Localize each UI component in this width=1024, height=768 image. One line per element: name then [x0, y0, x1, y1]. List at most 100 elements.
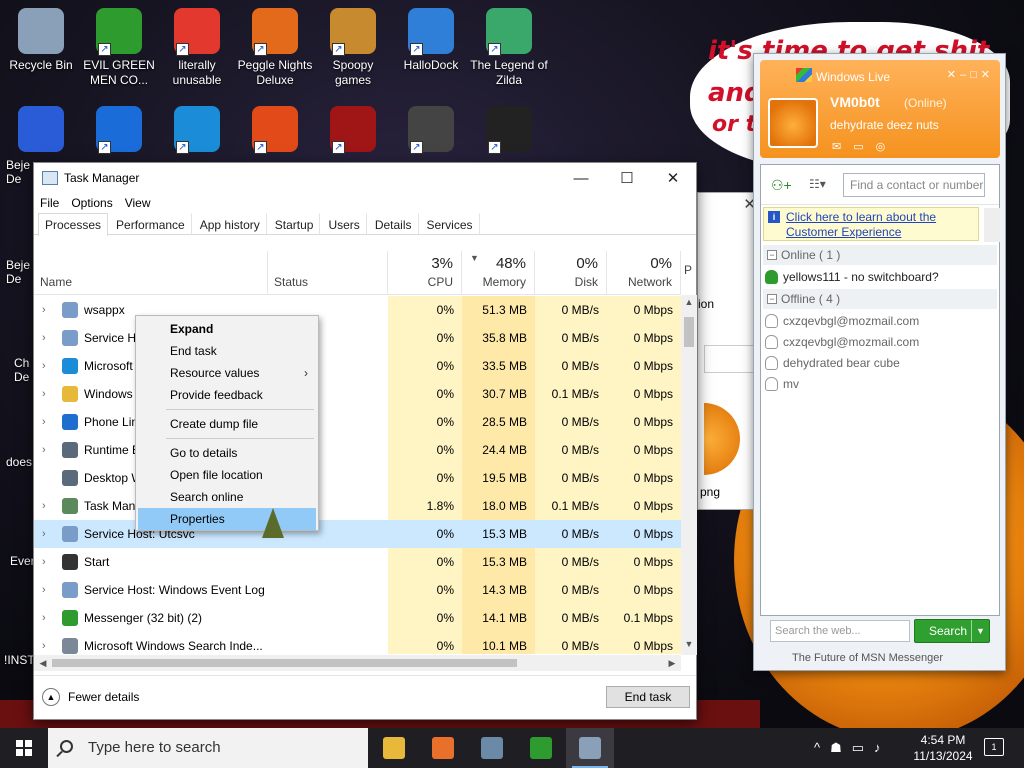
table-row[interactable]: › wsappx 0% 51.3 MB 0 MB/s 0 Mbps — [34, 296, 681, 324]
list-options-icon[interactable]: ☷▾ — [809, 177, 826, 191]
find-contact-input[interactable]: Find a contact or number — [843, 173, 985, 197]
menu-file[interactable]: File — [40, 196, 59, 210]
contact-item[interactable]: yellows111 - no switchboard? — [765, 267, 939, 287]
desktop-icon[interactable]: ↗ Peggle Nights Deluxe — [236, 8, 314, 88]
expand-chevron-icon[interactable]: › — [42, 408, 46, 436]
desktop-side-label[interactable]: Beje De — [6, 158, 34, 186]
scrollbar-thumb[interactable] — [684, 317, 694, 347]
desktop-icon[interactable]: ↗ HalloDock — [392, 8, 470, 73]
table-row[interactable]: › Service Ho 0% 35.8 MB 0 MB/s 0 Mbps — [34, 324, 681, 352]
end-task-button[interactable]: End task — [606, 686, 690, 708]
task-manager-window[interactable]: Task Manager — ☐ ✕ File Options View Pro… — [33, 162, 697, 720]
contact-item[interactable]: cxzqevbgl@mozmail.com — [765, 332, 919, 352]
desktop-icon[interactable]: ↗ — [470, 106, 548, 156]
tab-users[interactable]: Users — [321, 213, 367, 234]
window-controls[interactable]: ✕–□✕ — [947, 68, 994, 81]
clock[interactable]: 4:54 PM 11/13/2024 — [912, 732, 974, 764]
desktop-icon[interactable]: ↗ literally unusable — [158, 8, 236, 88]
scroll-right-icon[interactable]: ▶ — [665, 655, 679, 671]
tab-performance[interactable]: Performance — [109, 213, 192, 234]
scroll-left-icon[interactable]: ◀ — [36, 655, 50, 671]
column-cpu[interactable]: 3% CPU — [388, 251, 462, 295]
taskbar-app-control-panel[interactable] — [468, 728, 516, 768]
column-network[interactable]: 0% Network — [607, 251, 681, 295]
desktop-icon[interactable]: Recycle Bin — [2, 8, 80, 73]
group-offline[interactable]: − Offline ( 4 ) — [763, 289, 997, 309]
table-row[interactable]: › Service Host: Utcsvc 0% 15.3 MB 0 MB/s 0 Mb… — [34, 520, 681, 548]
desktop-icon[interactable]: ↗ — [314, 106, 392, 156]
desktop-icon[interactable]: ↗ — [392, 106, 470, 156]
desktop-icon[interactable]: ↗ The Legend of Zilda — [470, 8, 548, 88]
expand-chevron-icon[interactable]: › — [42, 324, 46, 352]
tab-details[interactable]: Details — [368, 213, 419, 234]
scrollbar-thumb[interactable] — [52, 659, 517, 667]
search-button[interactable]: Search ▼ — [914, 619, 990, 643]
info-scrollbar[interactable] — [984, 208, 1000, 242]
expand-chevron-icon[interactable]: › — [42, 380, 46, 408]
menu-item-properties[interactable]: Properties — [138, 508, 316, 530]
desktop-icon[interactable] — [2, 106, 80, 156]
contact-item[interactable]: mv — [765, 374, 799, 394]
desktop-side-label[interactable]: does — [6, 455, 32, 469]
group-online[interactable]: − Online ( 1 ) — [763, 245, 997, 265]
pumpkin-thumbnail[interactable] — [704, 403, 740, 475]
horizontal-scrollbar[interactable]: ◀ ▶ — [34, 655, 681, 671]
contact-item[interactable]: dehydrated bear cube — [765, 353, 900, 373]
desktop-icon[interactable]: ↗ — [158, 106, 236, 156]
column-disk[interactable]: 0% Disk — [535, 251, 607, 295]
taskbar-app-firefox[interactable] — [419, 728, 467, 768]
title-bar[interactable]: Task Manager — ☐ ✕ — [34, 163, 696, 193]
table-row[interactable]: › Windows 0% 30.7 MB 0.1 MB/s 0 Mbps — [34, 380, 681, 408]
expand-chevron-icon[interactable]: › — [42, 604, 46, 632]
add-contact-icon[interactable]: ⚇+ — [771, 177, 792, 194]
menu-item-provide-feedback[interactable]: Provide feedback — [136, 384, 318, 406]
menu-view[interactable]: View — [125, 196, 151, 210]
scroll-down-icon[interactable]: ▼ — [681, 639, 697, 653]
collapse-icon[interactable]: − — [767, 250, 777, 260]
system-tray[interactable]: ^☗▭♪ — [814, 728, 924, 768]
table-row[interactable]: › Microsoft Windows Search Inde... 0% 10.1 … — [34, 632, 681, 654]
expand-chevron-icon[interactable]: › — [42, 632, 46, 654]
table-row[interactable]: › Runtime B 0% 24.4 MB 0 MB/s 0 Mbps — [34, 436, 681, 464]
tab-processes[interactable]: Processes — [38, 213, 109, 236]
collapse-icon[interactable]: − — [767, 294, 777, 304]
vertical-scrollbar[interactable]: ▲ ▼ — [681, 295, 697, 655]
avatar[interactable] — [768, 98, 818, 148]
expand-chevron-icon[interactable]: › — [42, 296, 46, 324]
desktop-icon[interactable]: ↗ EVIL GREEN MEN CO... — [80, 8, 158, 88]
scroll-up-icon[interactable]: ▲ — [681, 297, 697, 311]
contact-item[interactable]: cxzqevbgl@mozmail.com — [765, 311, 919, 331]
table-row[interactable]: › Service Host: Windows Event Log 0% 14.3 M… — [34, 576, 681, 604]
maximize-button[interactable]: ☐ — [604, 163, 650, 193]
column-memory[interactable]: ▼ 48% Memory — [462, 251, 535, 295]
taskbar-app-file-explorer[interactable] — [370, 728, 418, 768]
chevron-down-icon[interactable]: ▼ — [971, 620, 989, 642]
menu-item-resource-values[interactable]: Resource values › — [136, 362, 318, 384]
menu-item-go-to-details[interactable]: Go to details — [136, 442, 318, 464]
column-name[interactable]: Name — [34, 251, 268, 295]
customer-experience-link[interactable]: Click here to learn about the Customer E… — [786, 210, 976, 240]
tab-services[interactable]: Services — [420, 213, 480, 234]
expand-chevron-icon[interactable]: › — [42, 576, 46, 604]
start-button[interactable] — [0, 728, 48, 768]
menu-item-open-file-location[interactable]: Open file location — [136, 464, 318, 486]
taskbar-search-box[interactable]: Type here to search — [48, 728, 368, 768]
close-button[interactable]: ✕ — [650, 163, 696, 193]
tab-startup[interactable]: Startup — [268, 213, 321, 234]
minimize-button[interactable]: — — [558, 163, 604, 193]
tab-app-history[interactable]: App history — [193, 213, 267, 234]
table-row[interactable]: › Task Mana 1.8% 18.0 MB 0.1 MB/s 0 Mbps — [34, 492, 681, 520]
expand-chevron-icon[interactable]: › — [42, 352, 46, 380]
expand-chevron-icon[interactable]: › — [42, 492, 46, 520]
personal-message[interactable]: dehydrate deez nuts — [830, 118, 939, 132]
taskbar-app-messenger[interactable] — [517, 728, 565, 768]
column-status[interactable]: Status — [268, 251, 388, 295]
table-row[interactable]: › Microsoft 0% 33.5 MB 0 MB/s 0 Mbps — [34, 352, 681, 380]
desktop-side-label[interactable]: Ever — [10, 554, 35, 568]
expand-chevron-icon[interactable]: › — [42, 520, 46, 548]
desktop-icon[interactable]: ↗ Spoopy games — [314, 8, 392, 88]
table-row[interactable]: Desktop W 0% 19.5 MB 0 MB/s 0 Mbps — [34, 464, 681, 492]
menu-item-create-dump-file[interactable]: Create dump file — [136, 413, 318, 435]
notification-center-button[interactable]: 1 — [984, 738, 1004, 756]
fewer-details-button[interactable]: ▲ Fewer details — [42, 688, 139, 706]
